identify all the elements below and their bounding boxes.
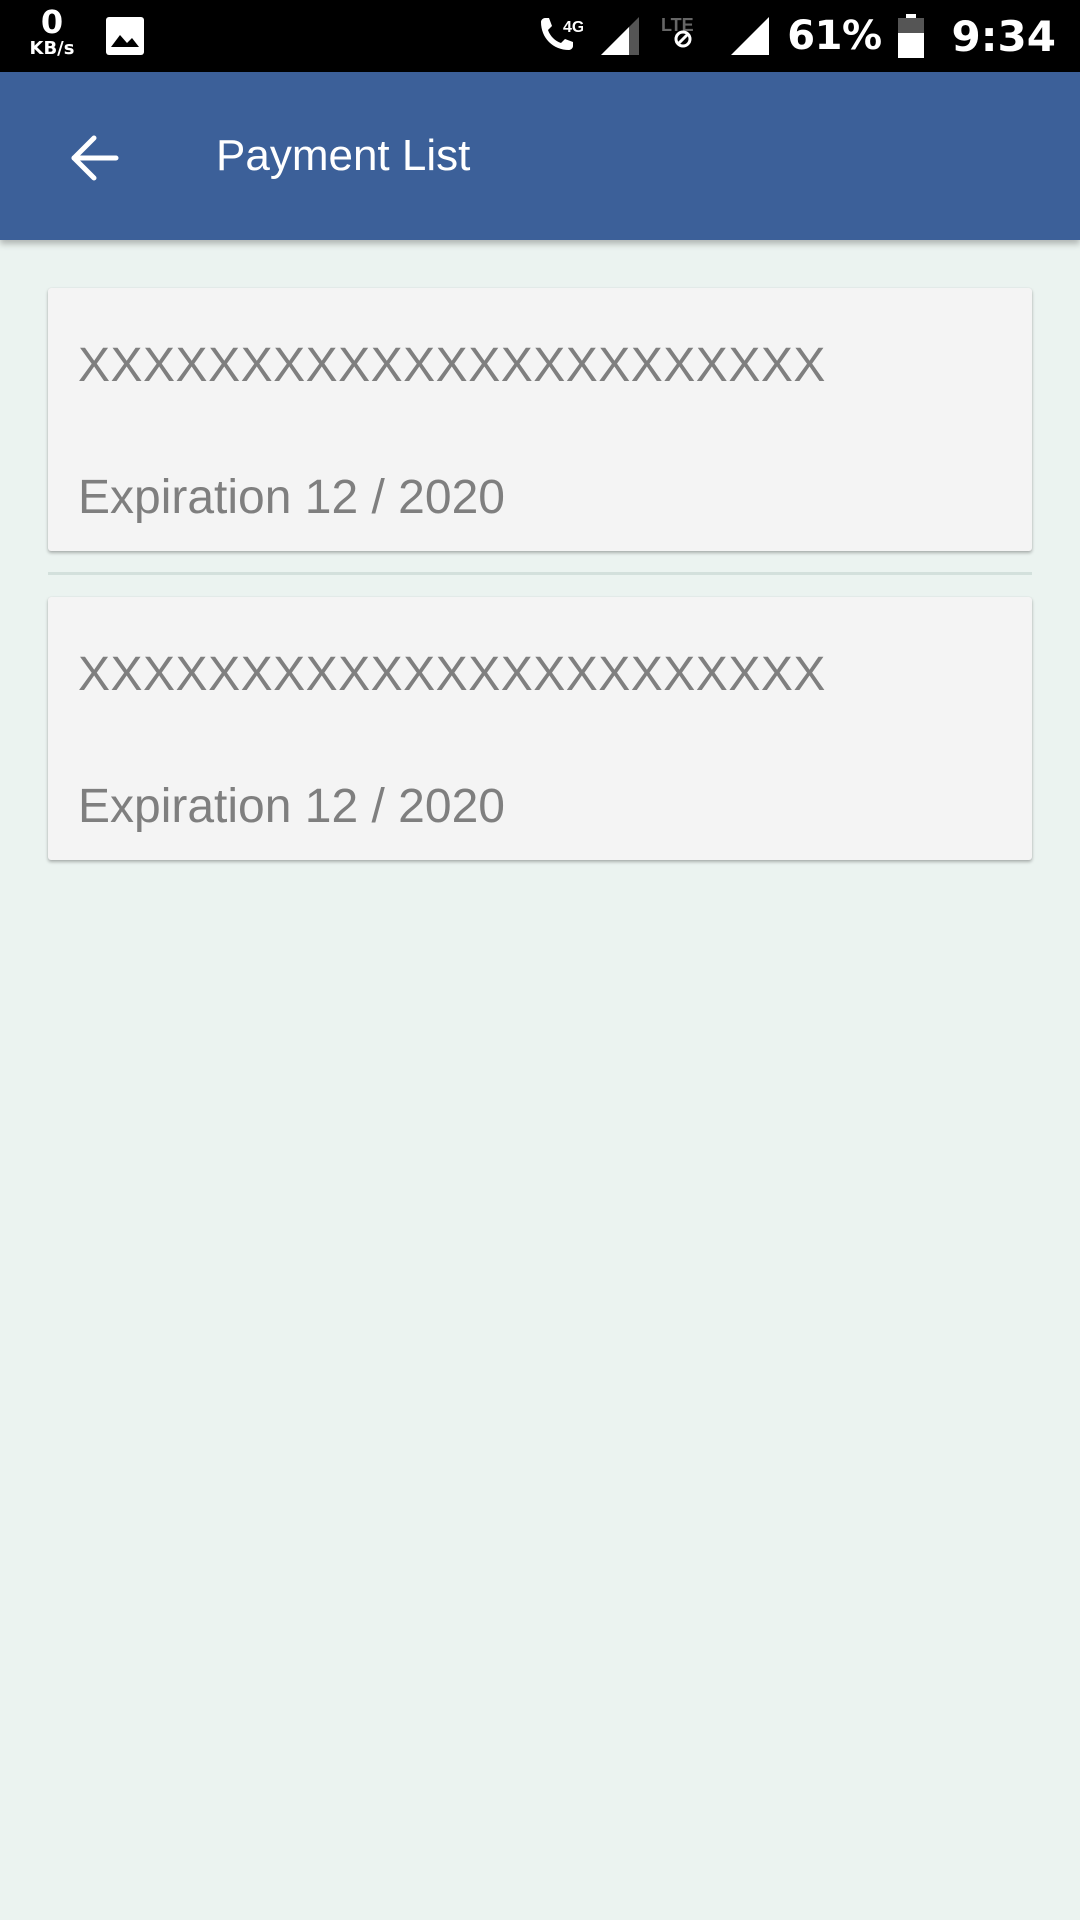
page-title: Payment List: [216, 131, 471, 180]
status-time: 9:34: [951, 11, 1056, 61]
lte-label: LTE: [661, 15, 694, 35]
battery-percentage: 61%: [787, 13, 882, 59]
card-expiration: Expiration 12 / 2020: [78, 780, 505, 833]
card-expiration: Expiration 12 / 2020: [78, 471, 505, 524]
signal-strength-icon-2: [731, 17, 770, 55]
card-number: XXXXXXXXXXXXXXXXXXXXXXX: [78, 339, 826, 392]
arrow-back-icon: [71, 135, 119, 181]
lte-disabled-icon: LTE: [661, 15, 694, 48]
card-number: XXXXXXXXXXXXXXXXXXXXXXX: [78, 648, 826, 701]
app-bar: Payment List: [0, 72, 1080, 240]
volte-call-icon: 4G: [541, 18, 583, 50]
status-bar: 0 KB/s 4G LTE 61% 9:34: [0, 0, 1080, 72]
signal-strength-icon: [601, 17, 640, 55]
back-button[interactable]: [46, 110, 142, 206]
network-speed-value: 0: [40, 3, 64, 41]
battery-icon: [897, 14, 924, 58]
payment-card-item[interactable]: XXXXXXXXXXXXXXXXXXXXXXX Expiration 12 / …: [48, 288, 1032, 551]
network-speed-indicator: 0 KB/s: [24, 6, 80, 58]
payment-card-item[interactable]: XXXXXXXXXXXXXXXXXXXXXXX Expiration 12 / …: [48, 597, 1032, 860]
payment-list: XXXXXXXXXXXXXXXXXXXXXXX Expiration 12 / …: [0, 240, 1080, 1920]
status-icons: 4G LTE 61% 9:34: [533, 0, 1056, 72]
network-speed-unit: KB/s: [29, 38, 75, 59]
network-type-label: 4G: [563, 19, 583, 36]
list-divider: [48, 572, 1032, 575]
gallery-icon: [106, 17, 144, 55]
